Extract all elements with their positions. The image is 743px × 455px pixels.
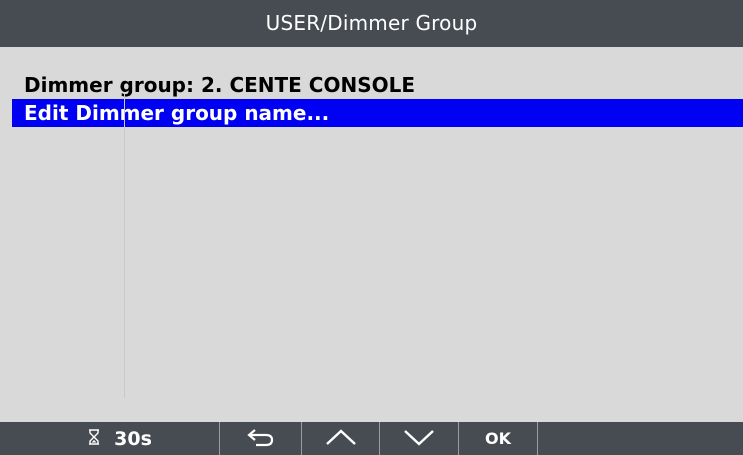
page-title: USER/Dimmer Group: [0, 0, 743, 47]
down-button[interactable]: [380, 422, 458, 455]
timer-softkey: 30s: [60, 422, 180, 455]
softkey-separator: [537, 422, 538, 455]
menu-item-dimmer-group[interactable]: Dimmer group: 2. CENTE CONSOLE: [24, 71, 415, 99]
menu-panel: Dimmer group: 2. CENTE CONSOLE Edit Dimm…: [0, 47, 743, 422]
menu-item-edit-dimmer-group-name[interactable]: Edit Dimmer group name...: [12, 99, 743, 127]
chevron-up-icon: [324, 427, 358, 451]
ok-button[interactable]: OK: [459, 422, 537, 455]
up-button[interactable]: [302, 422, 379, 455]
hourglass-icon: [88, 428, 100, 449]
column-divider: [124, 92, 125, 398]
ok-label: OK: [485, 429, 511, 448]
back-arrow-icon: [246, 426, 276, 452]
chevron-down-icon: [402, 427, 436, 451]
timer-value: 30s: [114, 427, 152, 450]
back-button[interactable]: [220, 422, 301, 455]
softkey-bar: 30s OK: [0, 422, 743, 455]
